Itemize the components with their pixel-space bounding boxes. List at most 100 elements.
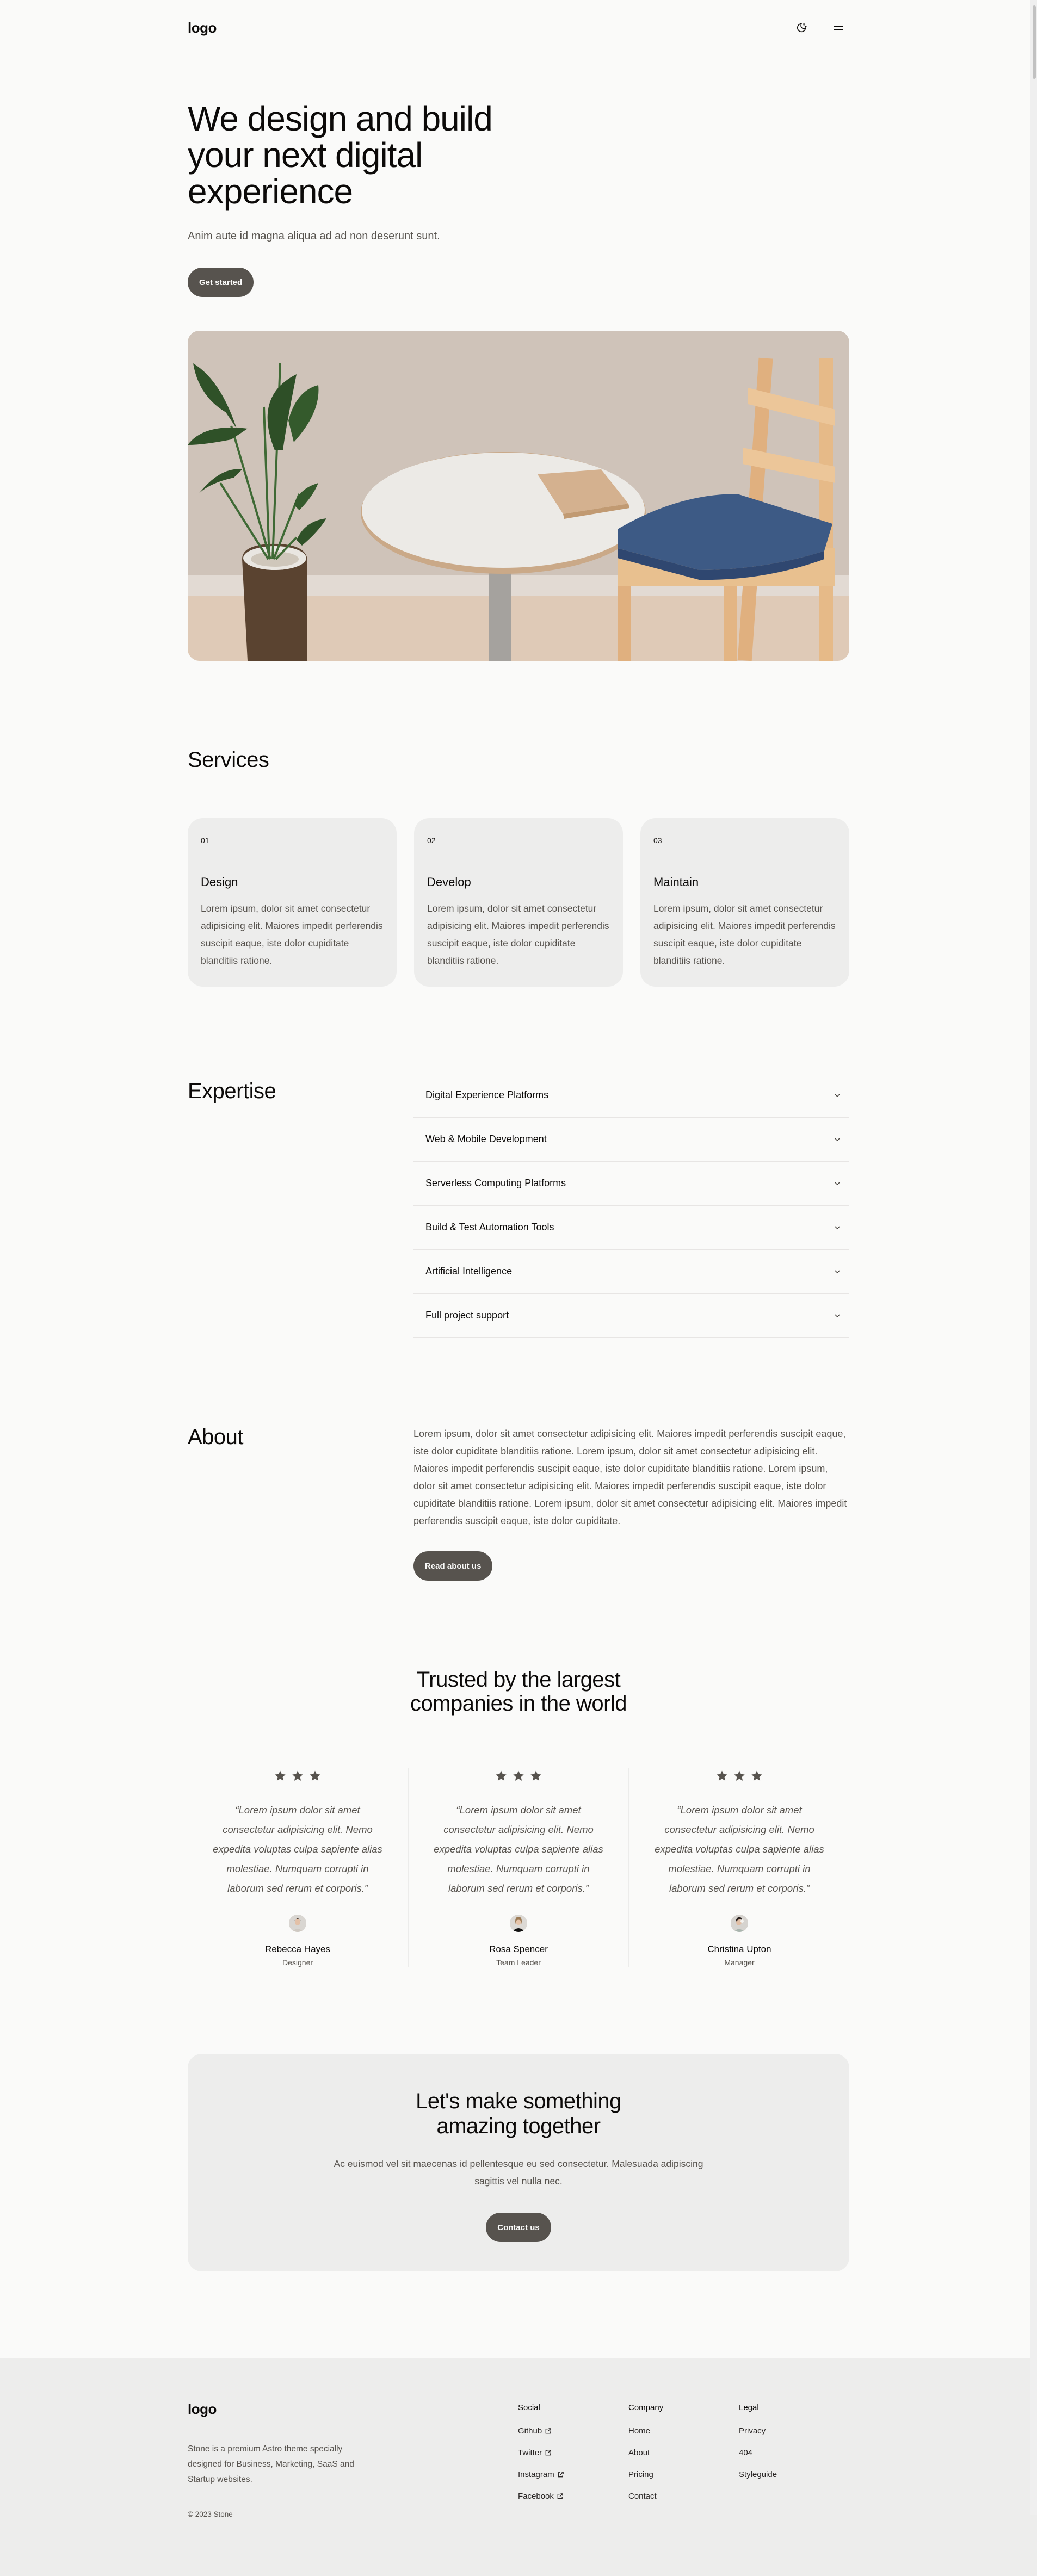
scrollbar-thumb[interactable] (1033, 5, 1036, 79)
footer-link-github[interactable]: Github (518, 2426, 628, 2448)
about-title: About (188, 1425, 244, 1449)
footer-link-pricing[interactable]: Pricing (628, 2470, 739, 2492)
testimonial-quote: “Lorem ipsum dolor sit amet consectetur … (655, 1804, 824, 1894)
service-card: 03 Maintain Lorem ipsum, dolor sit amet … (640, 818, 849, 987)
cta-title: Let's make something amazing together (188, 2089, 849, 2139)
accordion-item-label: Serverless Computing Platforms (425, 1178, 566, 1188)
service-card: 01 Design Lorem ipsum, dolor sit amet co… (188, 818, 397, 987)
star-icon (734, 1770, 745, 1781)
footer-link-styleguide[interactable]: Styleguide (739, 2470, 849, 2492)
get-started-button[interactable]: Get started (188, 268, 254, 297)
footer-link-label[interactable]: Github (518, 2426, 542, 2436)
footer-link-label[interactable]: Privacy (739, 2426, 766, 2436)
menu-button[interactable] (831, 20, 846, 35)
service-number: 03 (653, 836, 662, 845)
footer-link-contact[interactable]: Contact (628, 2492, 739, 2513)
chevron-down-icon (835, 1181, 840, 1185)
star-icon (717, 1770, 727, 1781)
footer-link-privacy[interactable]: Privacy (739, 2426, 849, 2448)
accordion-item[interactable]: Web & Mobile Development (413, 1118, 849, 1162)
site-header: logo (188, 0, 849, 55)
testimonial-name: Rosa Spencer (489, 1944, 548, 1954)
service-number: 01 (201, 836, 209, 845)
service-description: Lorem ipsum, dolor sit amet consectetur … (201, 903, 383, 966)
testimonial-quote: “Lorem ipsum dolor sit amet consectetur … (434, 1804, 603, 1894)
accordion-item[interactable]: Artificial Intelligence (413, 1250, 849, 1294)
accordion-item[interactable]: Full project support (413, 1294, 849, 1338)
footer-link-label[interactable]: Pricing (628, 2470, 653, 2479)
footer-logo[interactable]: logo (188, 2401, 518, 2418)
hamburger-menu-icon (834, 26, 843, 30)
page-scrollbar[interactable] (1030, 0, 1037, 2515)
avatar (731, 1915, 748, 1932)
footer-link-about[interactable]: About (628, 2448, 739, 2470)
footer-link-label[interactable]: Contact (628, 2492, 657, 2501)
star-icon (496, 1770, 507, 1781)
testimonials-section: Trusted by the largest companies in the … (188, 1581, 849, 1967)
footer-link-label[interactable]: 404 (739, 2448, 752, 2457)
testimonial-quote: “Lorem ipsum dolor sit amet consectetur … (213, 1804, 382, 1894)
footer-link-label[interactable]: About (628, 2448, 650, 2457)
testimonials-title: Trusted by the largest companies in the … (188, 1668, 849, 1716)
hero-subtitle: Anim aute id magna aliqua ad ad non dese… (188, 230, 440, 242)
cta-description: Ac euismod vel sit maecenas id pellentes… (334, 2158, 703, 2187)
footer-link-facebook[interactable]: Facebook (518, 2492, 628, 2513)
chevron-down-icon (835, 1270, 840, 1273)
star-icon (530, 1770, 541, 1781)
external-link-icon (545, 2428, 551, 2434)
footer-column-title: Legal (739, 2403, 759, 2412)
person-avatar-icon (731, 1915, 748, 1932)
external-link-icon (558, 2472, 564, 2478)
about-section: About Lorem ipsum, dolor sit amet consec… (188, 1338, 849, 1581)
footer-link-label[interactable]: Instagram (518, 2470, 554, 2479)
footer-column-title: Social (518, 2403, 540, 2412)
external-link-icon (545, 2450, 551, 2456)
person-avatar-icon (510, 1915, 527, 1932)
accordion-item-label: Web & Mobile Development (425, 1134, 547, 1144)
cta-section: Let's make something amazing together Ac… (188, 1967, 849, 2271)
accordion-item-label: Artificial Intelligence (425, 1266, 513, 1277)
footer-description: Stone is a premium Astro theme specially… (188, 2444, 354, 2484)
read-about-us-button[interactable]: Read about us (413, 1551, 493, 1581)
cta-title-text: Let's make something amazing together (416, 2089, 621, 2138)
hero-illustration (188, 331, 849, 661)
copyright: © 2023 Stone (188, 2510, 233, 2518)
service-title: Develop (427, 875, 471, 889)
footer-column-title: Company (628, 2403, 664, 2412)
footer-column-company: Company Home About Pricing Contact (628, 2401, 739, 2518)
testimonial: “Lorem ipsum dolor sit amet consectetur … (188, 1768, 408, 1967)
footer-link-404[interactable]: 404 (739, 2448, 849, 2470)
footer-link-twitter[interactable]: Twitter (518, 2448, 628, 2470)
accordion-item[interactable]: Build & Test Automation Tools (413, 1206, 849, 1250)
contact-us-button[interactable]: Contact us (486, 2213, 551, 2242)
testimonials-title-text: Trusted by the largest companies in the … (410, 1668, 627, 1716)
footer-link-label[interactable]: Styleguide (739, 2470, 777, 2479)
service-description: Lorem ipsum, dolor sit amet consectetur … (427, 903, 609, 966)
theme-toggle-button[interactable] (794, 20, 809, 35)
person-avatar-icon (289, 1915, 306, 1932)
services-section: Services 01 Design Lorem ipsum, dolor si… (188, 661, 849, 987)
footer-link-label[interactable]: Twitter (518, 2448, 542, 2457)
testimonial-role: Designer (282, 1958, 313, 1967)
avatar (510, 1915, 527, 1932)
footer-link-label[interactable]: Home (628, 2426, 650, 2436)
chevron-down-icon (835, 1225, 840, 1229)
expertise-section: Expertise Digital Experience Platforms W… (188, 987, 849, 1338)
accordion-item-label: Full project support (425, 1310, 509, 1321)
accordion-item[interactable]: Digital Experience Platforms (413, 1074, 849, 1118)
accordion-item-label: Build & Test Automation Tools (425, 1222, 554, 1233)
footer-link-instagram[interactable]: Instagram (518, 2470, 628, 2492)
testimonial-name: Rebecca Hayes (264, 1944, 330, 1954)
hero-title: We design and build your next digital ex… (188, 99, 493, 211)
footer-link-label[interactable]: Facebook (518, 2492, 554, 2501)
logo[interactable]: logo (188, 20, 217, 36)
footer-column-social: Social Github Twitter Instagram Facebook (518, 2401, 628, 2518)
service-card: 02 Develop Lorem ipsum, dolor sit amet c… (414, 818, 623, 987)
header-actions (794, 20, 849, 35)
footer-columns: Social Github Twitter Instagram Facebook… (518, 2401, 849, 2518)
star-icon (751, 1770, 762, 1781)
service-title: Maintain (653, 875, 699, 889)
expertise-accordion: Digital Experience Platforms Web & Mobil… (413, 1074, 849, 1338)
footer-link-home[interactable]: Home (628, 2426, 739, 2448)
accordion-item[interactable]: Serverless Computing Platforms (413, 1162, 849, 1206)
